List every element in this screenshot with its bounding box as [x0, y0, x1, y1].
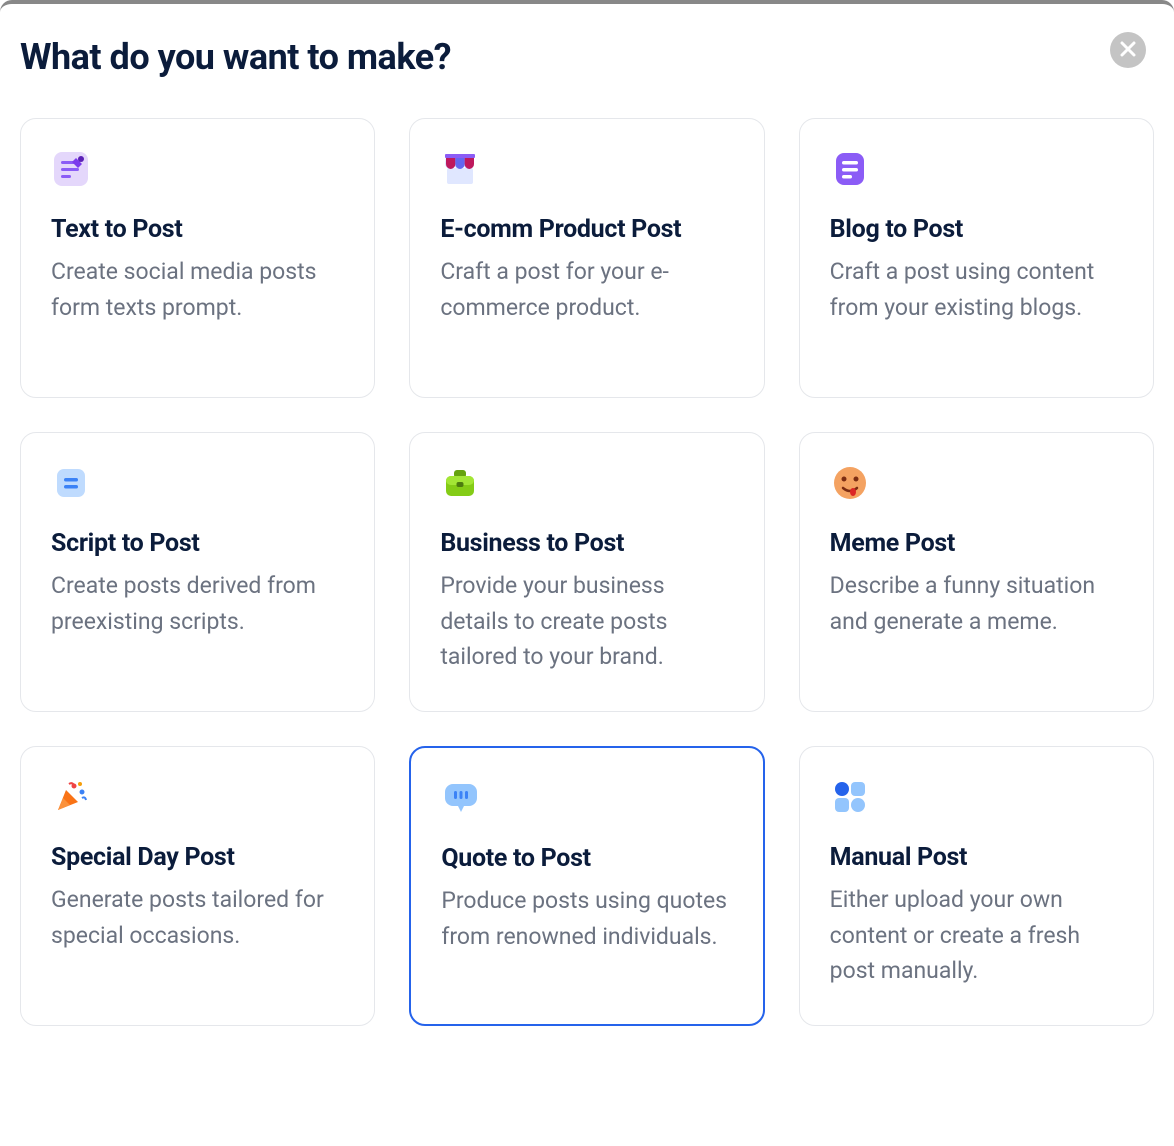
card-title: Blog to Post: [830, 215, 1123, 244]
card-description: Generate posts tailored for special occa…: [51, 882, 344, 953]
card-description: Create social media posts form texts pro…: [51, 254, 344, 325]
emoji-face-icon: [830, 463, 870, 503]
speech-bubble-icon: [441, 778, 481, 818]
card-title: Manual Post: [830, 843, 1123, 872]
card-blog-to-post[interactable]: Blog to Post Craft a post using content …: [799, 118, 1154, 398]
card-description: Craft a post using content from your exi…: [830, 254, 1123, 325]
card-title: Script to Post: [51, 529, 344, 558]
card-title: E-comm Product Post: [440, 215, 733, 244]
card-description: Craft a post for your e-commerce product…: [440, 254, 733, 325]
card-quote-to-post[interactable]: Quote to Post Produce posts using quotes…: [409, 746, 764, 1026]
card-script-to-post[interactable]: Script to Post Create posts derived from…: [20, 432, 375, 712]
card-title: Special Day Post: [51, 843, 344, 872]
script-icon: [51, 463, 91, 503]
modal-title: What do you want to make?: [20, 36, 451, 78]
card-description: Produce posts using quotes from renowned…: [441, 883, 732, 954]
card-description: Create posts derived from preexisting sc…: [51, 568, 344, 639]
card-description: Describe a funny situation and generate …: [830, 568, 1123, 639]
card-title: Meme Post: [830, 529, 1123, 558]
card-title: Text to Post: [51, 215, 344, 244]
card-manual-post[interactable]: Manual Post Either upload your own conte…: [799, 746, 1154, 1026]
close-icon: [1120, 41, 1136, 60]
storefront-icon: [440, 149, 480, 189]
card-title: Business to Post: [440, 529, 733, 558]
card-business-to-post[interactable]: Business to Post Provide your business d…: [409, 432, 764, 712]
card-meme-post[interactable]: Meme Post Describe a funny situation and…: [799, 432, 1154, 712]
document-icon: [830, 149, 870, 189]
card-text-to-post[interactable]: Text to Post Create social media posts f…: [20, 118, 375, 398]
grid-shapes-icon: [830, 777, 870, 817]
text-note-icon: [51, 149, 91, 189]
briefcase-icon: [440, 463, 480, 503]
card-ecomm-product-post[interactable]: E-comm Product Post Craft a post for you…: [409, 118, 764, 398]
content-type-modal: What do you want to make?: [0, 4, 1174, 1046]
card-description: Provide your business details to create …: [440, 568, 733, 675]
close-button[interactable]: [1110, 32, 1146, 68]
content-type-grid: Text to Post Create social media posts f…: [20, 118, 1154, 1026]
card-title: Quote to Post: [441, 844, 732, 873]
modal-header: What do you want to make?: [20, 36, 1154, 78]
party-popper-icon: [51, 777, 91, 817]
card-special-day-post[interactable]: Special Day Post Generate posts tailored…: [20, 746, 375, 1026]
card-description: Either upload your own content or create…: [830, 882, 1123, 989]
